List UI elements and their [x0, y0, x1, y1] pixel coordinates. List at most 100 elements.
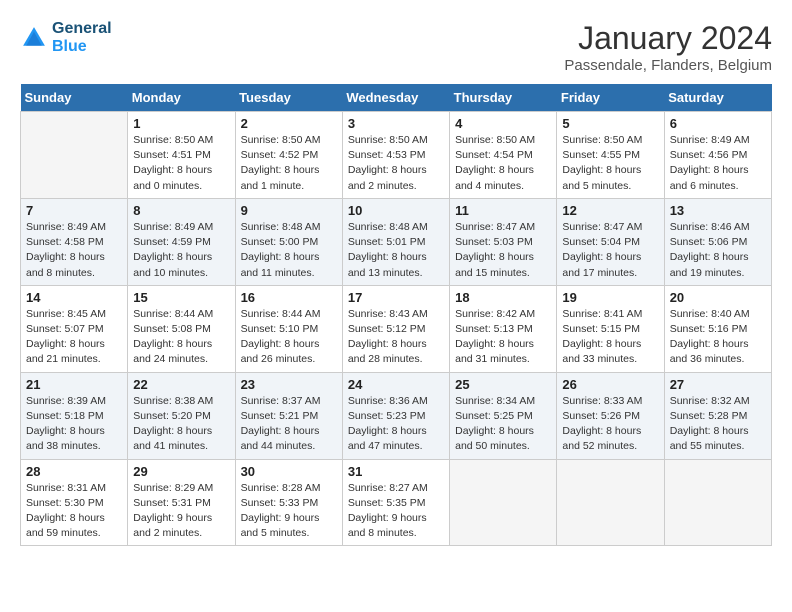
day-number: 16	[241, 290, 337, 305]
calendar-day-cell: 6 Sunrise: 8:49 AM Sunset: 4:56 PM Daylig…	[664, 112, 771, 199]
calendar-day-cell: 30 Sunrise: 8:28 AM Sunset: 5:33 PM Dayli…	[235, 459, 342, 546]
day-info: Sunrise: 8:49 AM Sunset: 4:59 PM Dayligh…	[133, 220, 229, 281]
day-info: Sunrise: 8:32 AM Sunset: 5:28 PM Dayligh…	[670, 394, 766, 455]
page-header: General Blue January 2024 Passendale, Fl…	[20, 20, 772, 74]
logo-text: General Blue	[52, 20, 112, 56]
day-info: Sunrise: 8:50 AM Sunset: 4:54 PM Dayligh…	[455, 133, 551, 194]
calendar-day-cell	[450, 459, 557, 546]
day-info: Sunrise: 8:47 AM Sunset: 5:03 PM Dayligh…	[455, 220, 551, 281]
day-number: 27	[670, 377, 766, 392]
calendar-day-cell: 25Sunrise: 8:34 AM Sunset: 5:25 PM Dayli…	[450, 372, 557, 459]
day-info: Sunrise: 8:43 AM Sunset: 5:12 PM Dayligh…	[348, 307, 444, 368]
day-info: Sunrise: 8:39 AM Sunset: 5:18 PM Dayligh…	[26, 394, 122, 455]
calendar-day-cell: 11Sunrise: 8:47 AM Sunset: 5:03 PM Dayli…	[450, 198, 557, 285]
day-info: Sunrise: 8:37 AM Sunset: 5:21 PM Dayligh…	[241, 394, 337, 455]
day-number: 30	[241, 464, 337, 479]
day-number: 13	[670, 203, 766, 218]
calendar-day-cell	[664, 459, 771, 546]
day-info: Sunrise: 8:36 AM Sunset: 5:23 PM Dayligh…	[348, 394, 444, 455]
calendar-day-cell: 14 Sunrise: 8:45 AM Sunset: 5:07 PM Dayli…	[21, 285, 128, 372]
col-tuesday: Tuesday	[235, 84, 342, 112]
day-info: Sunrise: 8:31 AM Sunset: 5:30 PM Dayligh…	[26, 481, 122, 542]
day-info: Sunrise: 8:46 AM Sunset: 5:06 PM Dayligh…	[670, 220, 766, 281]
calendar-day-cell: 23Sunrise: 8:37 AM Sunset: 5:21 PM Dayli…	[235, 372, 342, 459]
day-number: 10	[348, 203, 444, 218]
day-info: Sunrise: 8:48 AM Sunset: 5:01 PM Dayligh…	[348, 220, 444, 281]
calendar-day-cell: 31 Sunrise: 8:27 AM Sunset: 5:35 PM Dayli…	[342, 459, 449, 546]
day-number: 6	[670, 116, 766, 131]
day-info: Sunrise: 8:40 AM Sunset: 5:16 PM Dayligh…	[670, 307, 766, 368]
calendar-day-cell: 1 Sunrise: 8:50 AM Sunset: 4:51 PM Daylig…	[128, 112, 235, 199]
day-number: 29	[133, 464, 229, 479]
col-thursday: Thursday	[450, 84, 557, 112]
col-saturday: Saturday	[664, 84, 771, 112]
calendar-day-cell: 13 Sunrise: 8:46 AM Sunset: 5:06 PM Dayli…	[664, 198, 771, 285]
col-wednesday: Wednesday	[342, 84, 449, 112]
calendar-day-cell: 5 Sunrise: 8:50 AM Sunset: 4:55 PM Daylig…	[557, 112, 664, 199]
title-block: January 2024 Passendale, Flanders, Belgi…	[564, 20, 772, 74]
month-title: January 2024	[564, 20, 772, 57]
day-info: Sunrise: 8:27 AM Sunset: 5:35 PM Dayligh…	[348, 481, 444, 542]
calendar-day-cell: 9 Sunrise: 8:48 AM Sunset: 5:00 PM Daylig…	[235, 198, 342, 285]
calendar-day-cell: 8 Sunrise: 8:49 AM Sunset: 4:59 PM Daylig…	[128, 198, 235, 285]
day-info: Sunrise: 8:48 AM Sunset: 5:00 PM Dayligh…	[241, 220, 337, 281]
calendar-day-cell: 19 Sunrise: 8:41 AM Sunset: 5:15 PM Dayli…	[557, 285, 664, 372]
calendar-day-cell: 17 Sunrise: 8:43 AM Sunset: 5:12 PM Dayli…	[342, 285, 449, 372]
day-number: 5	[562, 116, 658, 131]
day-number: 8	[133, 203, 229, 218]
day-number: 17	[348, 290, 444, 305]
day-number: 21	[26, 377, 122, 392]
day-info: Sunrise: 8:33 AM Sunset: 5:26 PM Dayligh…	[562, 394, 658, 455]
location-subtitle: Passendale, Flanders, Belgium	[564, 57, 772, 74]
calendar-table: Sunday Monday Tuesday Wednesday Thursday…	[20, 84, 772, 546]
calendar-day-cell	[21, 112, 128, 199]
day-info: Sunrise: 8:44 AM Sunset: 5:08 PM Dayligh…	[133, 307, 229, 368]
day-info: Sunrise: 8:42 AM Sunset: 5:13 PM Dayligh…	[455, 307, 551, 368]
day-info: Sunrise: 8:50 AM Sunset: 4:53 PM Dayligh…	[348, 133, 444, 194]
day-number: 28	[26, 464, 122, 479]
day-info: Sunrise: 8:50 AM Sunset: 4:55 PM Dayligh…	[562, 133, 658, 194]
logo: General Blue	[20, 20, 112, 56]
calendar-day-cell: 12Sunrise: 8:47 AM Sunset: 5:04 PM Dayli…	[557, 198, 664, 285]
calendar-day-cell: 16 Sunrise: 8:44 AM Sunset: 5:10 PM Dayli…	[235, 285, 342, 372]
day-number: 14	[26, 290, 122, 305]
calendar-day-cell: 26 Sunrise: 8:33 AM Sunset: 5:26 PM Dayli…	[557, 372, 664, 459]
calendar-day-cell: 2Sunrise: 8:50 AM Sunset: 4:52 PM Daylig…	[235, 112, 342, 199]
day-number: 3	[348, 116, 444, 131]
day-info: Sunrise: 8:41 AM Sunset: 5:15 PM Dayligh…	[562, 307, 658, 368]
day-number: 1	[133, 116, 229, 131]
day-number: 7	[26, 203, 122, 218]
day-info: Sunrise: 8:44 AM Sunset: 5:10 PM Dayligh…	[241, 307, 337, 368]
day-number: 18	[455, 290, 551, 305]
calendar-week-row: 21 Sunrise: 8:39 AM Sunset: 5:18 PM Dayli…	[21, 372, 772, 459]
day-info: Sunrise: 8:50 AM Sunset: 4:51 PM Dayligh…	[133, 133, 229, 194]
calendar-day-cell: 3 Sunrise: 8:50 AM Sunset: 4:53 PM Daylig…	[342, 112, 449, 199]
day-info: Sunrise: 8:49 AM Sunset: 4:56 PM Dayligh…	[670, 133, 766, 194]
day-number: 25	[455, 377, 551, 392]
calendar-day-cell: 22Sunrise: 8:38 AM Sunset: 5:20 PM Dayli…	[128, 372, 235, 459]
day-number: 26	[562, 377, 658, 392]
calendar-day-cell: 15Sunrise: 8:44 AM Sunset: 5:08 PM Dayli…	[128, 285, 235, 372]
calendar-day-cell: 29Sunrise: 8:29 AM Sunset: 5:31 PM Dayli…	[128, 459, 235, 546]
calendar-day-cell	[557, 459, 664, 546]
calendar-day-cell: 18 Sunrise: 8:42 AM Sunset: 5:13 PM Dayli…	[450, 285, 557, 372]
calendar-day-cell: 28 Sunrise: 8:31 AM Sunset: 5:30 PM Dayli…	[21, 459, 128, 546]
calendar-day-cell: 7Sunrise: 8:49 AM Sunset: 4:58 PM Daylig…	[21, 198, 128, 285]
day-info: Sunrise: 8:38 AM Sunset: 5:20 PM Dayligh…	[133, 394, 229, 455]
col-monday: Monday	[128, 84, 235, 112]
calendar-week-row: 14 Sunrise: 8:45 AM Sunset: 5:07 PM Dayli…	[21, 285, 772, 372]
calendar-day-cell: 27 Sunrise: 8:32 AM Sunset: 5:28 PM Dayli…	[664, 372, 771, 459]
calendar-week-row: 7Sunrise: 8:49 AM Sunset: 4:58 PM Daylig…	[21, 198, 772, 285]
day-info: Sunrise: 8:28 AM Sunset: 5:33 PM Dayligh…	[241, 481, 337, 542]
day-info: Sunrise: 8:45 AM Sunset: 5:07 PM Dayligh…	[26, 307, 122, 368]
col-friday: Friday	[557, 84, 664, 112]
day-number: 9	[241, 203, 337, 218]
calendar-day-cell: 4Sunrise: 8:50 AM Sunset: 4:54 PM Daylig…	[450, 112, 557, 199]
day-number: 19	[562, 290, 658, 305]
day-info: Sunrise: 8:47 AM Sunset: 5:04 PM Dayligh…	[562, 220, 658, 281]
calendar-day-cell: 24Sunrise: 8:36 AM Sunset: 5:23 PM Dayli…	[342, 372, 449, 459]
calendar-day-cell: 21 Sunrise: 8:39 AM Sunset: 5:18 PM Dayli…	[21, 372, 128, 459]
col-sunday: Sunday	[21, 84, 128, 112]
calendar-header-row: Sunday Monday Tuesday Wednesday Thursday…	[21, 84, 772, 112]
day-number: 31	[348, 464, 444, 479]
